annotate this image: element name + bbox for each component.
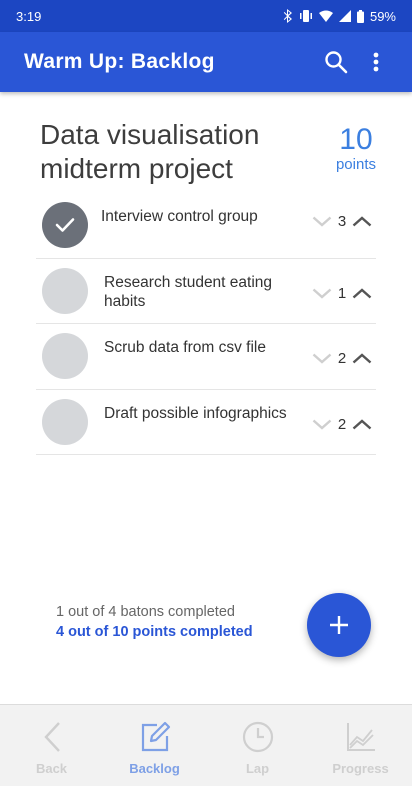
increase-button[interactable] <box>350 214 374 230</box>
app-bar: Warm Up: Backlog <box>0 32 412 92</box>
clock-icon <box>242 721 273 753</box>
points-stepper: 3 <box>310 213 374 230</box>
nav-lap[interactable]: Lap <box>206 705 309 786</box>
bluetooth-icon <box>283 9 292 23</box>
project-header: Data visualisation midterm project 10 po… <box>40 118 376 186</box>
nav-lap-label: Lap <box>245 761 270 776</box>
progress-summary: 1 out of 4 batons completed 4 out of 10 … <box>56 604 253 640</box>
task-item: Interview control group 3 <box>36 193 376 259</box>
more-vert-icon <box>373 52 379 72</box>
chevron-up-icon <box>352 287 372 298</box>
task-label[interactable]: Research student eating habits <box>104 259 294 311</box>
task-label[interactable]: Draft possible infographics <box>104 390 294 423</box>
task-item: Draft possible infographics 2 <box>36 390 376 455</box>
page-title: Warm Up: Backlog <box>24 50 215 73</box>
plus-icon <box>330 616 348 634</box>
add-task-button[interactable] <box>307 593 371 657</box>
chevron-up-icon <box>352 216 372 227</box>
nav-backlog[interactable]: Backlog <box>103 705 206 786</box>
chevron-up-icon <box>352 418 372 429</box>
chevron-up-icon <box>352 353 372 364</box>
task-checkbox[interactable] <box>42 202 88 249</box>
status-bar: 3:19 59% <box>0 0 412 32</box>
status-time: 3:19 <box>16 8 42 24</box>
project-title: Data visualisation midterm project <box>40 119 260 184</box>
increase-button[interactable] <box>350 351 374 367</box>
search-button[interactable] <box>316 42 356 82</box>
task-checkbox[interactable] <box>42 398 88 445</box>
task-points: 1 <box>337 284 347 302</box>
task-points: 3 <box>337 213 347 230</box>
task-item: Scrub data from csv file 2 <box>36 324 376 390</box>
bottom-navigation: Back Backlog Lap Progress <box>0 704 412 786</box>
battery-icon <box>356 9 364 23</box>
points-stepper: 2 <box>310 416 374 433</box>
chart-icon <box>346 723 375 751</box>
nav-progress-label: Progress <box>332 761 389 776</box>
chevron-down-icon <box>312 216 332 227</box>
edit-icon <box>141 721 170 752</box>
task-label[interactable]: Scrub data from csv file <box>104 324 294 357</box>
decrease-button[interactable] <box>310 416 334 432</box>
task-points: 2 <box>337 415 347 433</box>
chevron-down-icon <box>312 419 332 430</box>
chevron-down-icon <box>312 353 332 364</box>
nav-backlog-label: Backlog <box>129 761 180 776</box>
points-stepper: 2 <box>310 350 374 367</box>
task-checkbox[interactable] <box>42 333 88 380</box>
task-list: Interview control group 3 Research stude… <box>36 193 376 455</box>
decrease-button[interactable] <box>310 285 334 301</box>
vibrate-icon <box>299 10 312 22</box>
points-summary: 4 out of 10 points completed <box>56 624 253 640</box>
system-icons: 59% <box>283 9 396 24</box>
checkmark-icon <box>55 218 75 233</box>
project-points-label: points <box>335 156 376 173</box>
increase-button[interactable] <box>350 285 374 301</box>
signal-icon <box>338 10 351 22</box>
nav-back[interactable]: Back <box>0 705 103 786</box>
decrease-button[interactable] <box>310 214 334 230</box>
batons-summary: 1 out of 4 batons completed <box>56 604 235 620</box>
task-checkbox[interactable] <box>42 267 88 314</box>
task-item: Research student eating habits 1 <box>36 259 376 324</box>
decrease-button[interactable] <box>310 351 334 367</box>
nav-back-label: Back <box>35 761 68 776</box>
chevron-down-icon <box>312 288 332 299</box>
task-points: 2 <box>337 350 347 367</box>
wifi-icon <box>318 10 333 22</box>
project-points-value: 10 <box>339 123 373 156</box>
battery-level: 59% <box>369 8 396 24</box>
project-points: 10 points <box>336 118 376 186</box>
chevron-left-icon <box>43 722 60 752</box>
task-label[interactable]: Interview control group <box>101 193 291 226</box>
points-stepper: 1 <box>310 285 374 302</box>
nav-progress[interactable]: Progress <box>309 705 412 786</box>
more-options-button[interactable] <box>356 42 396 82</box>
increase-button[interactable] <box>350 416 374 432</box>
search-icon <box>325 51 348 74</box>
